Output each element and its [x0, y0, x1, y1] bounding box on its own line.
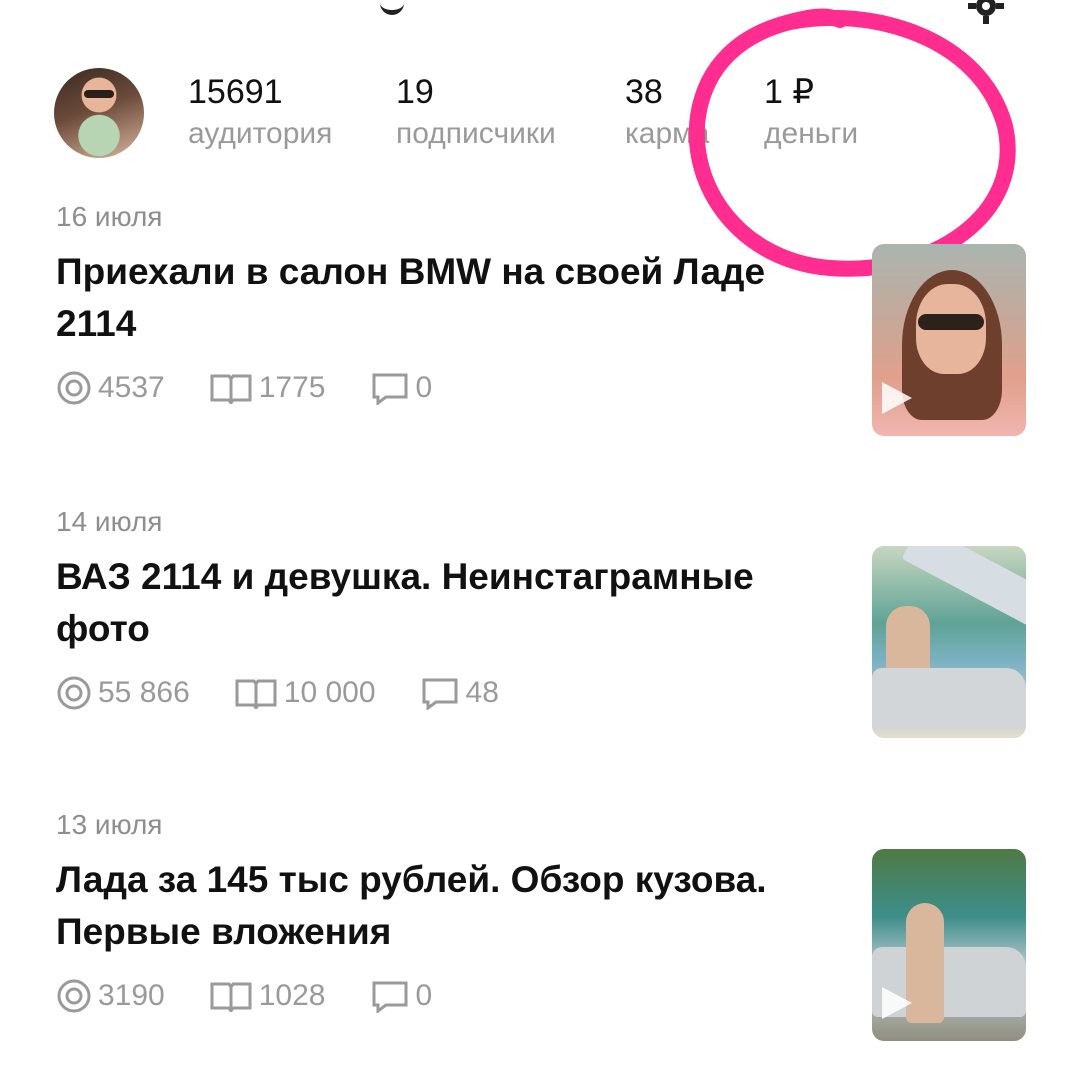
reads-icon [210, 982, 252, 1012]
reads-icon [235, 679, 277, 709]
header-title-fragment [380, 0, 404, 15]
views-metric: 4537 [56, 370, 165, 406]
article-metrics: 4537 1775 0 [56, 370, 836, 406]
reads-metric: 1028 [209, 979, 326, 1013]
views-metric: 3190 [56, 978, 165, 1014]
article-card[interactable]: 13 июля Лада за 145 тыс рублей. Обзор ку… [56, 808, 836, 1014]
article-thumbnail[interactable] [872, 244, 1026, 436]
article-date: 16 июля [56, 201, 163, 232]
comments-metric[interactable]: 0 [370, 979, 433, 1013]
stat-value: 38 [625, 73, 663, 111]
stat-value: 15691 [188, 73, 283, 111]
reads-metric: 10 000 [234, 676, 376, 710]
views-icon [57, 979, 91, 1013]
stat-karma[interactable]: 38 карма [625, 72, 709, 156]
views-metric: 55 866 [56, 675, 190, 711]
comments-count: 0 [415, 979, 433, 1012]
stat-money[interactable]: 1 ₽ деньги [764, 72, 858, 156]
article-title[interactable]: Лада за 145 тыс рублей. Обзор кузова. Пе… [56, 854, 836, 958]
reads-count: 1775 [258, 371, 326, 404]
play-icon[interactable] [882, 382, 912, 414]
article-card[interactable]: 14 июля ВАЗ 2114 и девушка. Неинстаграмн… [56, 505, 836, 711]
article-title[interactable]: ВАЗ 2114 и девушка. Неинстаграмные фото [56, 551, 836, 655]
comments-icon [372, 981, 407, 1013]
article-card[interactable]: 16 июля Приехали в салон BMW на своей Ла… [56, 200, 836, 406]
comments-icon [422, 678, 458, 710]
article-thumbnail[interactable] [872, 546, 1026, 738]
views-icon [57, 676, 91, 710]
comments-metric[interactable]: 48 [420, 676, 499, 710]
reads-count: 1028 [258, 979, 326, 1012]
stat-label: аудитория [188, 117, 333, 150]
thumbnail-sunglasses [918, 314, 984, 330]
views-count: 4537 [98, 371, 165, 404]
avatar-glasses [84, 90, 114, 98]
comments-metric[interactable]: 0 [370, 371, 433, 405]
article-metrics: 3190 1028 0 [56, 978, 836, 1014]
reads-count: 10 000 [283, 676, 376, 709]
article-date: 13 июля [56, 809, 163, 840]
comments-count: 48 [465, 676, 499, 709]
gear-icon[interactable] [968, 0, 1004, 24]
stat-value: 1 ₽ [764, 73, 814, 111]
stat-label: карма [625, 117, 710, 150]
views-icon [57, 371, 91, 405]
stat-audience[interactable]: 15691 аудитория [188, 72, 332, 156]
stat-subscribers[interactable]: 19 подписчики [396, 72, 556, 156]
comments-icon [372, 373, 407, 405]
views-count: 55 866 [98, 676, 190, 709]
play-icon[interactable] [882, 987, 912, 1019]
article-title[interactable]: Приехали в салон BMW на своей Ладе 2114 [56, 246, 836, 350]
avatar[interactable] [54, 68, 144, 158]
article-metrics: 55 866 10 000 48 [56, 675, 836, 711]
thumbnail-car [872, 668, 1026, 728]
article-date: 14 июля [56, 506, 163, 537]
stat-label: подписчики [396, 117, 556, 150]
reads-icon [210, 374, 252, 404]
stat-label: деньги [764, 117, 859, 150]
stat-value: 19 [396, 73, 434, 111]
article-thumbnail[interactable] [872, 849, 1026, 1041]
views-count: 3190 [98, 979, 165, 1012]
reads-metric: 1775 [209, 371, 326, 405]
comments-count: 0 [415, 371, 433, 404]
